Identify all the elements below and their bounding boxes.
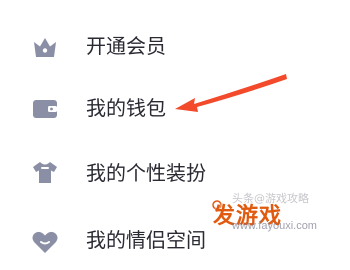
shirt-icon xyxy=(33,162,57,183)
watermark-url: www.fayouxi.com xyxy=(232,220,317,232)
crown-icon xyxy=(34,38,56,57)
menu-item-wallet[interactable]: 我的钱包 xyxy=(0,80,350,136)
menu-label-vip: 开通会员 xyxy=(86,34,166,58)
heart-icon xyxy=(32,231,58,253)
menu-item-vip[interactable]: 开通会员 xyxy=(0,20,350,76)
wallet-icon xyxy=(33,100,57,118)
menu-label-wallet: 我的钱包 xyxy=(86,96,166,120)
menu-label-couple-space: 我的情侣空间 xyxy=(86,228,206,252)
menu-label-dress-up: 我的个性装扮 xyxy=(86,161,206,185)
